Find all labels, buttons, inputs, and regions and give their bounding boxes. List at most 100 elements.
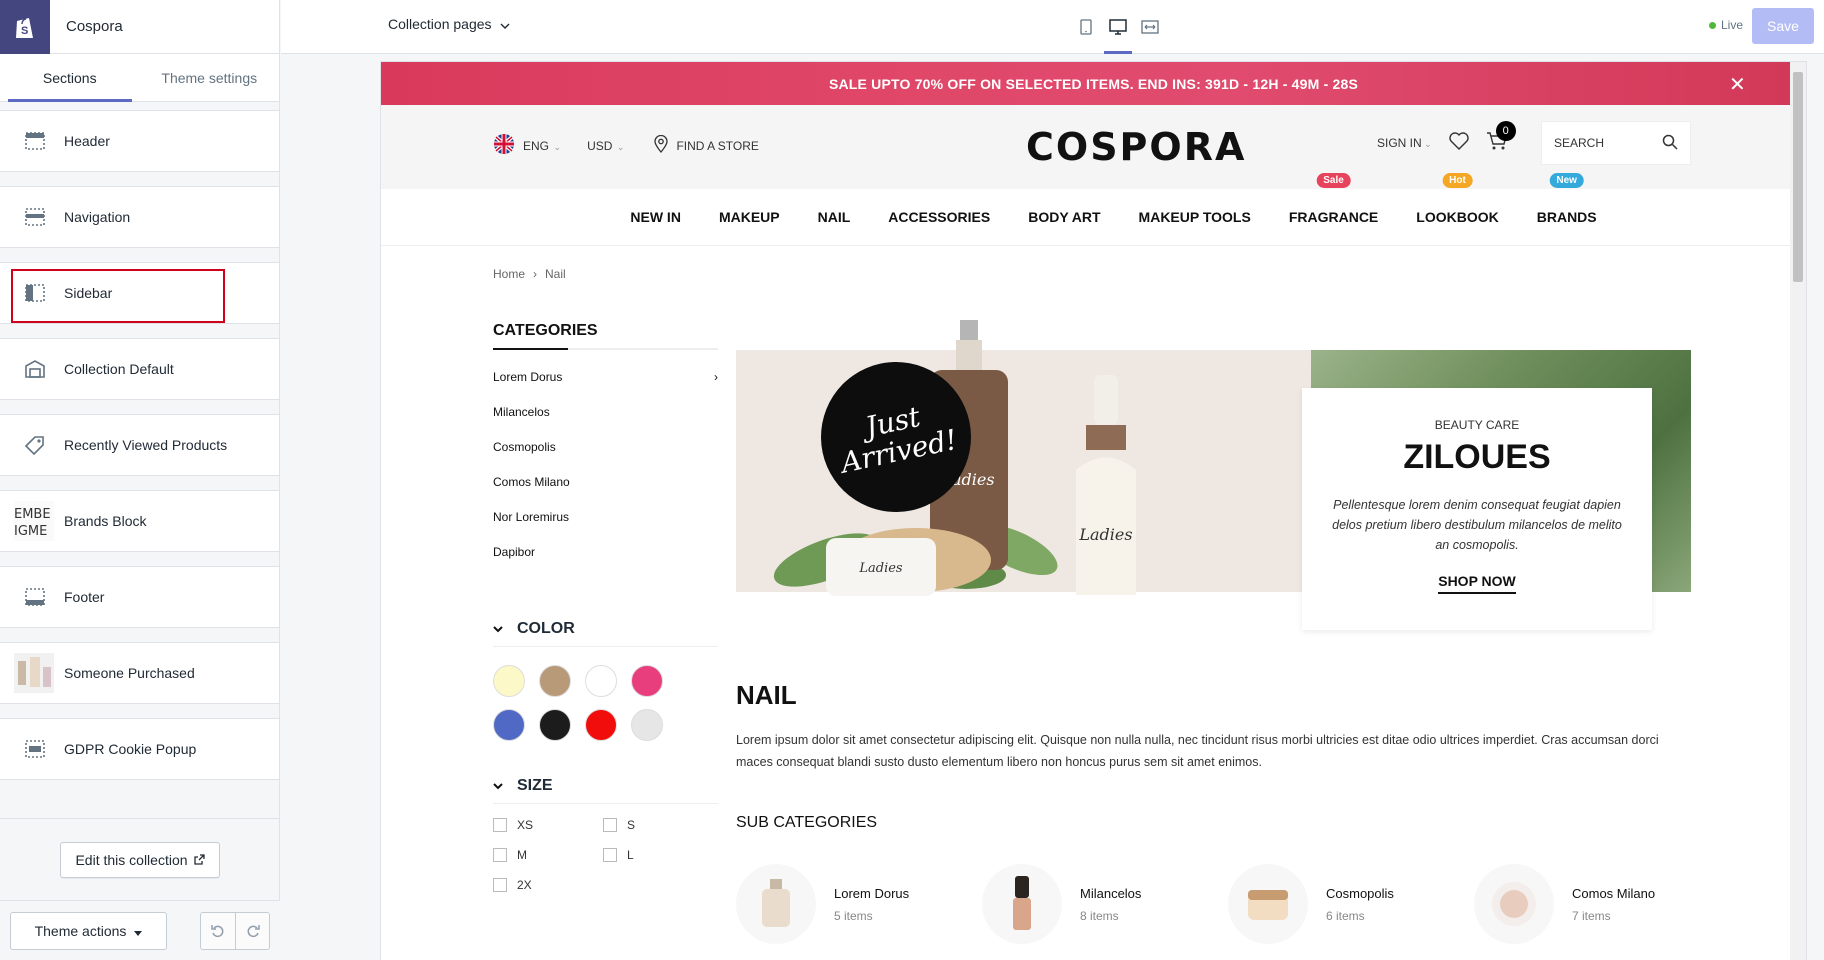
sub-categories-title: SUB CATEGORIES (736, 814, 878, 831)
sign-in-link[interactable]: SIGN IN ⌄ (1377, 136, 1432, 150)
color-swatch[interactable] (539, 665, 571, 697)
section-item-collection-default[interactable]: Collection Default (0, 338, 279, 400)
color-swatch[interactable] (631, 709, 663, 741)
section-item-navigation[interactable]: Navigation (0, 186, 279, 248)
page-selector-label: Collection pages (388, 16, 492, 32)
nav-item-makeup[interactable]: MAKEUP (719, 209, 780, 225)
section-label: Sidebar (64, 285, 113, 301)
nav-item-accessories[interactable]: ACCESSORIES (888, 209, 990, 225)
search-icon[interactable] (1662, 134, 1678, 153)
color-swatch[interactable] (539, 709, 571, 741)
shopify-logo-icon[interactable]: S (0, 0, 50, 54)
section-item-sidebar[interactable]: Sidebar (0, 262, 279, 324)
store-preview: SALE UPTO 70% OFF ON SELECTED ITEMS. END… (381, 62, 1806, 960)
color-swatch[interactable] (585, 709, 617, 741)
language-label: ENG (523, 138, 550, 153)
color-swatch[interactable] (631, 665, 663, 697)
collection-description: Lorem ipsum dolor sit amet consectetur a… (736, 733, 1659, 769)
sub-category-name: Lorem Dorus (834, 885, 910, 901)
color-swatch[interactable] (493, 709, 525, 741)
color-swatch[interactable] (585, 665, 617, 697)
nav-item-new-in[interactable]: NEW IN (630, 209, 681, 225)
chevron-down-icon: ⌄ (551, 141, 562, 152)
svg-text:S: S (21, 25, 28, 37)
close-icon[interactable]: ✕ (1729, 72, 1746, 97)
desktop-view-icon[interactable] (1102, 0, 1134, 54)
category-item[interactable]: Nor Loremirus (493, 510, 718, 545)
section-item-header[interactable]: Header (0, 110, 279, 172)
collection-banner: Ladies Ladies Ladies Just Arrived! BEAUTY… (736, 320, 1691, 630)
tab-theme-settings[interactable]: Theme settings (140, 54, 280, 101)
color-filter-heading[interactable]: COLOR (493, 620, 718, 647)
size-label: 2X (517, 878, 532, 892)
nav-label: NEW IN (630, 209, 681, 225)
language-select[interactable]: ENG ⌄ (523, 139, 561, 153)
find-store-link[interactable]: FIND A STORE (676, 139, 758, 153)
section-label: Footer (64, 589, 105, 605)
sub-category-thumbnail (1228, 864, 1308, 944)
locale-selectors: ENG ⌄ USD ⌄ FIND A STORE (493, 133, 759, 158)
cart-button[interactable]: 0 (1486, 121, 1516, 154)
size-label: L (627, 848, 634, 862)
scrollbar-thumb[interactable] (1793, 72, 1803, 282)
nav-item-fragrance[interactable]: Sale FRAGRANCE (1288, 173, 1379, 225)
category-item[interactable]: Lorem Dorus › (493, 370, 718, 405)
section-item-brands-block[interactable]: EMBE IGME Brands Block (0, 490, 279, 552)
sub-category-thumbnail (1474, 864, 1554, 944)
tab-sections[interactable]: Sections (0, 54, 140, 102)
size-checkbox[interactable]: M (493, 848, 603, 862)
sub-category-thumbnail (982, 864, 1062, 944)
category-item[interactable]: Milancelos (493, 405, 718, 440)
breadcrumb-home[interactable]: Home (493, 267, 525, 281)
edit-collection-button[interactable]: Edit this collection (60, 841, 220, 878)
size-checkbox[interactable]: 2X (493, 878, 603, 892)
sub-category-item[interactable]: Lorem Dorus 5 items (736, 864, 938, 944)
save-button[interactable]: Save (1752, 8, 1814, 44)
sub-category-item[interactable]: Milancelos 8 items (982, 864, 1184, 944)
theme-actions-button[interactable]: Theme actions (10, 911, 167, 950)
heart-icon[interactable] (1448, 131, 1470, 154)
section-item-someone-purchased[interactable]: Someone Purchased (0, 642, 279, 704)
section-item-footer[interactable]: Footer (0, 566, 279, 628)
undo-icon[interactable] (201, 913, 235, 949)
sub-categories-list: Lorem Dorus 5 items Milancelos 8 items Cos… (736, 864, 1676, 944)
nav-item-body-art[interactable]: BODY ART (1028, 209, 1100, 225)
fullscreen-view-icon[interactable] (1134, 0, 1166, 54)
sub-category-item[interactable]: Comos Milano 7 items (1474, 864, 1676, 944)
nav-item-nail[interactable]: NAIL (818, 209, 851, 225)
category-item[interactable]: Cosmopolis (493, 440, 718, 475)
nav-item-brands[interactable]: New BRANDS (1537, 173, 1597, 225)
checkbox-icon (493, 878, 507, 892)
nav-item-makeup-tools[interactable]: MAKEUP TOOLS (1139, 209, 1251, 225)
size-checkbox[interactable]: XS (493, 818, 603, 832)
mobile-view-icon[interactable] (1070, 0, 1102, 54)
nav-label: FRAGRANCE (1288, 209, 1379, 225)
preview-scrollbar[interactable] (1790, 62, 1806, 960)
color-swatch[interactable] (493, 665, 525, 697)
currency-select[interactable]: USD ⌄ (587, 139, 624, 153)
shop-now-button[interactable]: SHOP NOW (1438, 573, 1516, 594)
section-item-gdpr-popup[interactable]: GDPR Cookie Popup (0, 718, 279, 780)
sale-badge: Sale (1316, 173, 1351, 188)
nav-label: LOOKBOOK (1416, 209, 1499, 225)
nav-item-lookbook[interactable]: Hot LOOKBOOK (1416, 173, 1499, 225)
store-search-input[interactable]: SEARCH (1541, 121, 1691, 165)
redo-icon[interactable] (235, 912, 269, 949)
color-title: COLOR (517, 620, 575, 637)
sub-category-count: 8 items (1080, 908, 1119, 923)
theme-actions-label: Theme actions (34, 922, 127, 939)
size-checkbox[interactable]: L (603, 848, 713, 862)
sub-category-item[interactable]: Cosmopolis 6 items (1228, 864, 1430, 944)
size-filter-heading[interactable]: SIZE (493, 777, 718, 804)
header-layout-icon (22, 128, 48, 154)
category-item[interactable]: Comos Milano (493, 475, 718, 510)
section-item-recently-viewed[interactable]: Recently Viewed Products (0, 414, 279, 476)
editor-topbar: Collection pages Live Save (281, 0, 1824, 54)
page-selector[interactable]: Collection pages (388, 16, 510, 32)
breadcrumb: Home › Nail (493, 267, 566, 281)
checkbox-icon (493, 848, 507, 862)
category-item[interactable]: Dapibor (493, 545, 718, 580)
size-checkbox[interactable]: S (603, 818, 713, 832)
color-swatches (493, 665, 703, 741)
store-logo[interactable]: COSPORA (1026, 125, 1246, 169)
